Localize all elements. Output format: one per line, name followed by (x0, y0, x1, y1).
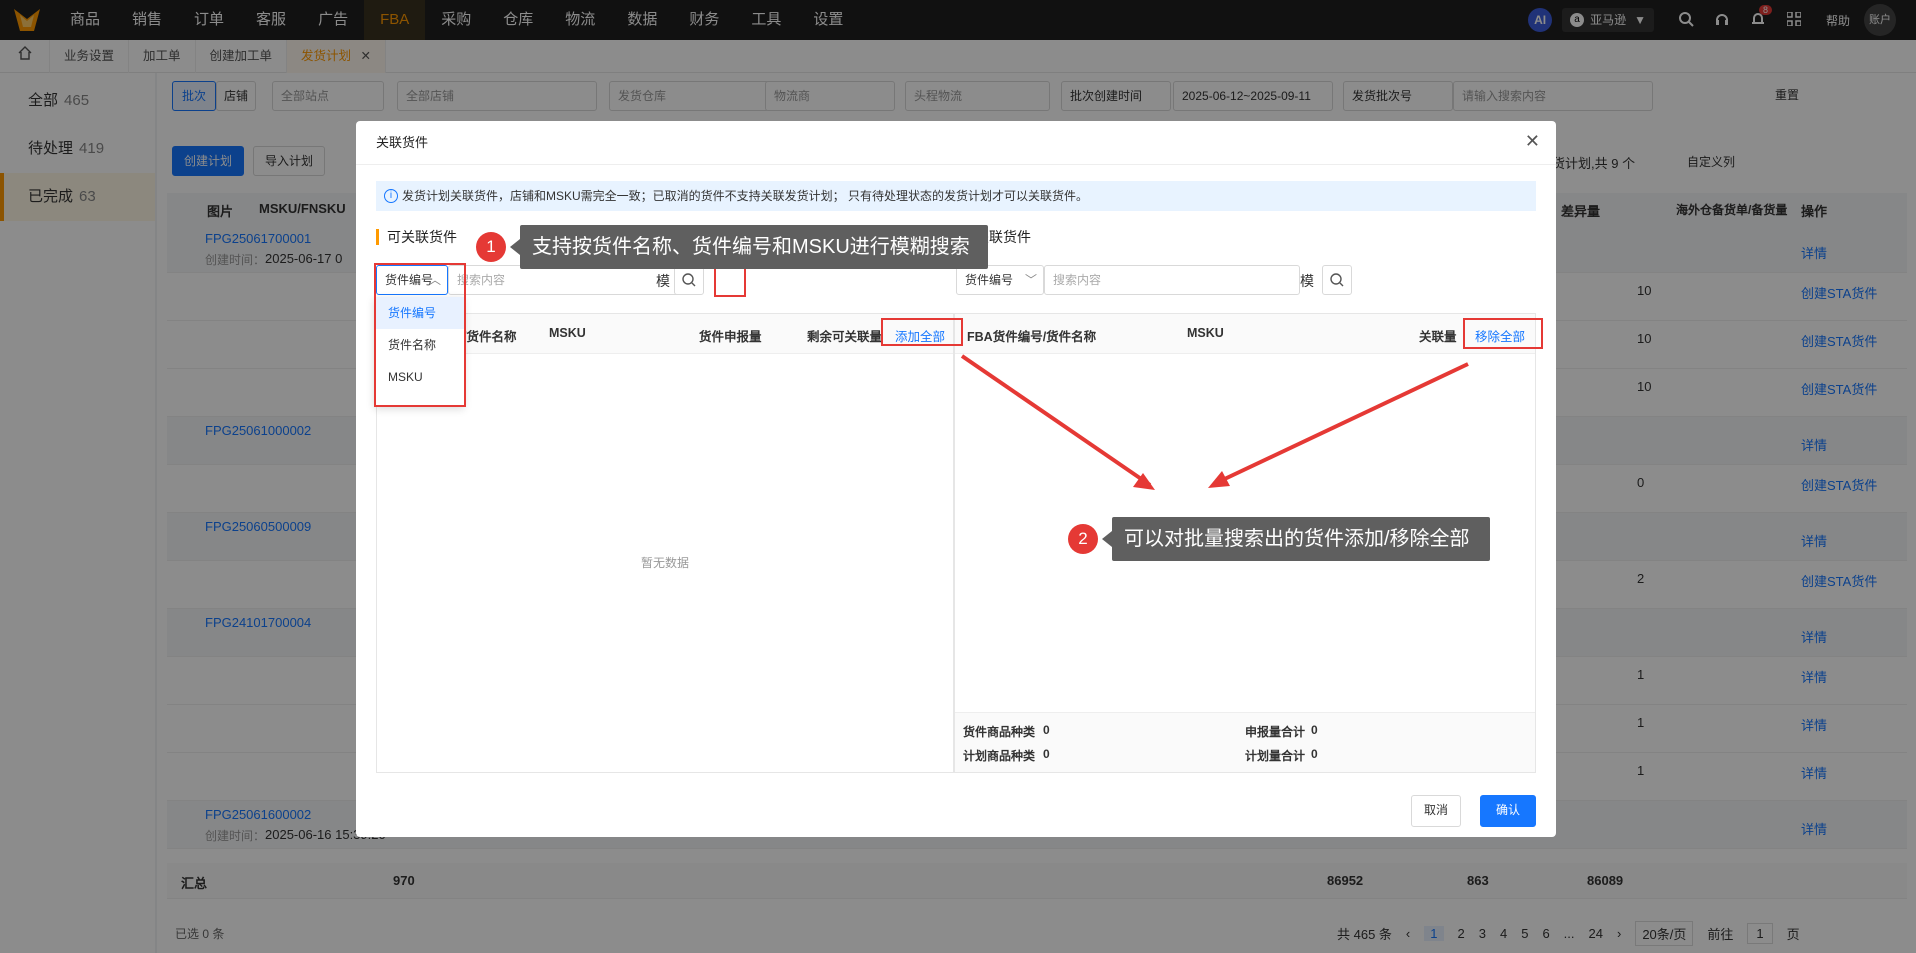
stat-label: 计划商品种类 (963, 749, 1036, 763)
left-search-button[interactable] (674, 265, 704, 295)
info-text: 发货计划关联货件，店铺和MSKU需完全一致；已取消的货件不支持关联发货计划； 只… (402, 189, 1089, 203)
linked-stats: 货件商品种类 0 申报量合计 0 计划商品种类 0 计划量合计 0 (955, 712, 1535, 772)
callout-fuzzy-search: 支持按货件名称、货件编号和MSKU进行模糊搜索 (510, 225, 988, 269)
col-shipment-name: /货件名称 (463, 330, 517, 344)
left-search-input[interactable]: 搜索内容 (448, 265, 684, 295)
right-fuzzy-toggle[interactable]: 模 (1300, 271, 1314, 291)
search-icon (1330, 273, 1344, 287)
chevron-down-icon: ﹀ (1024, 273, 1037, 287)
stat-value: 0 (1043, 723, 1050, 737)
stat-label: 货件商品种类 (963, 725, 1036, 739)
info-banner: i 发货计划关联货件，店铺和MSKU需完全一致；已取消的货件不支持关联发货计划；… (376, 181, 1536, 211)
left-fuzzy-toggle[interactable]: 模 (656, 271, 670, 291)
search-icon (682, 273, 696, 287)
highlight-add-all (881, 318, 963, 346)
close-icon[interactable]: ✕ (1525, 131, 1540, 152)
col-linked-qty: 关联量 (1419, 330, 1457, 344)
right-search-button[interactable] (1322, 265, 1352, 295)
linked-table-header: FBA货件编号/货件名称 MSKU 关联量 移除全部 (955, 314, 1535, 354)
highlight-remove-all (1463, 318, 1543, 349)
col-declared-qty: 货件申报量 (699, 330, 762, 344)
col-remaining-qty: 剩余可关联量 (807, 330, 883, 344)
right-search-type-select[interactable]: 货件编号 ﹀ (956, 265, 1044, 295)
callout-batch-add-remove: 可以对批量搜索出的货件添加/移除全部 (1102, 517, 1490, 561)
available-shipments-title: 可关联货件 (376, 229, 457, 245)
highlight-search-type (374, 263, 466, 407)
stat-value: 0 (1043, 747, 1050, 761)
callout-badge-2: 2 (1068, 524, 1098, 554)
info-icon: i (384, 189, 398, 203)
right-search-input[interactable]: 搜索内容 (1044, 265, 1300, 295)
stat-label: 计划量合计 (1245, 749, 1306, 763)
stat-label: 申报量合计 (1245, 725, 1306, 739)
modal-title: 关联货件 (356, 121, 1556, 165)
stat-value: 0 (1311, 747, 1318, 761)
col-msku: MSKU (549, 326, 586, 340)
col-fba-shipment: FBA货件编号/货件名称 (967, 330, 1097, 344)
cancel-button[interactable]: 取消 (1411, 795, 1461, 827)
callout-badge-1: 1 (476, 232, 506, 262)
right-search-type-label: 货件编号 (965, 273, 1014, 287)
col-msku: MSKU (1187, 326, 1224, 340)
confirm-button[interactable]: 确认 (1480, 795, 1536, 827)
empty-state: 暂无数据 (640, 556, 689, 570)
stat-value: 0 (1311, 723, 1318, 737)
